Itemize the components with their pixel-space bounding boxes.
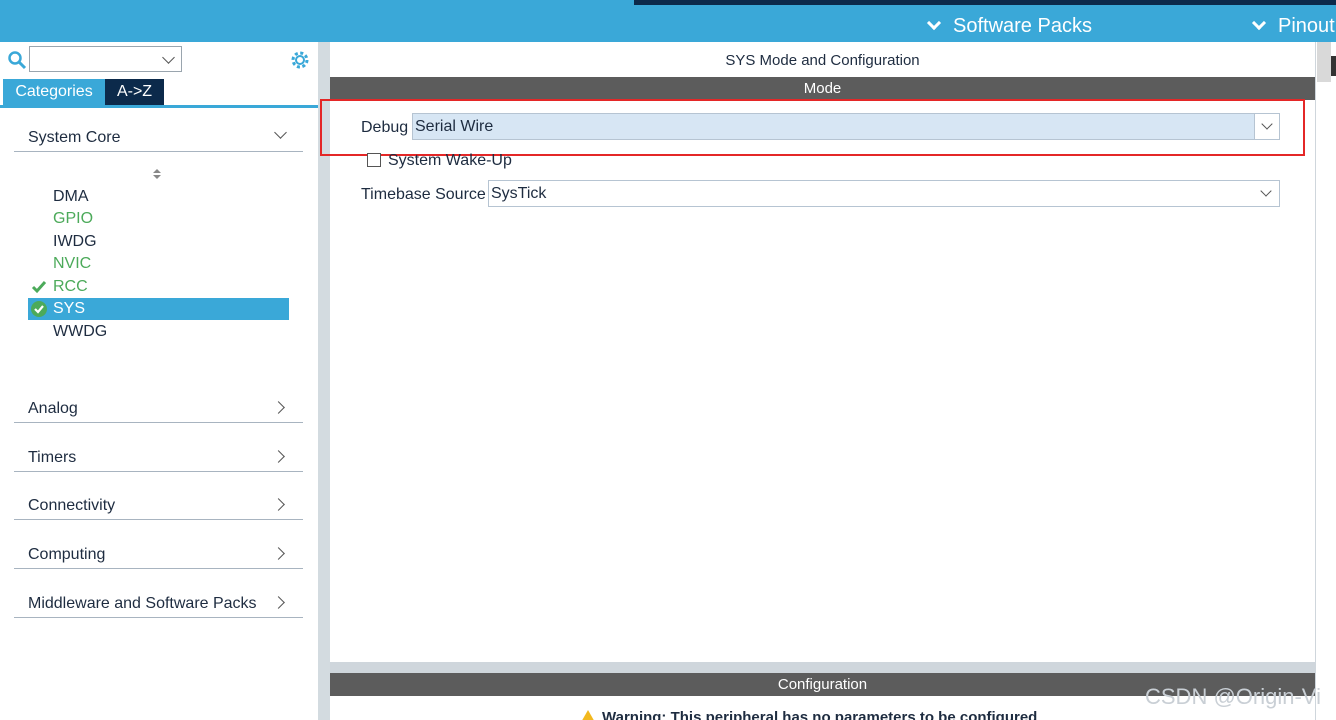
chevron-down-icon bbox=[274, 126, 287, 139]
mode-panel: SYS Mode and Configuration Mode Debug Se… bbox=[320, 42, 1315, 662]
gear-icon[interactable] bbox=[289, 49, 311, 71]
section-middleware[interactable]: Middleware and Software Packs bbox=[14, 586, 303, 618]
search-icon[interactable] bbox=[7, 50, 27, 70]
check-circle-icon bbox=[31, 301, 47, 317]
section-label: Computing bbox=[28, 546, 106, 563]
section-label: Middleware and Software Packs bbox=[28, 595, 257, 612]
right-scrollbar[interactable] bbox=[1315, 42, 1336, 720]
chevron-right-icon bbox=[272, 596, 285, 609]
mode-header: Mode bbox=[330, 77, 1315, 100]
section-label: System Core bbox=[28, 129, 121, 146]
pinout-label: Pinout bbox=[1278, 14, 1335, 37]
left-panel: Categories A->Z System Core DMA GPIO IWD… bbox=[0, 42, 320, 720]
list-item-sys[interactable]: SYS bbox=[28, 298, 289, 320]
pinout-menu[interactable]: Pinout bbox=[1251, 12, 1335, 40]
sort-icon[interactable] bbox=[151, 167, 163, 181]
timebase-select[interactable]: SysTick bbox=[488, 180, 1280, 207]
chevron-down-icon bbox=[162, 51, 175, 64]
section-system-core[interactable]: System Core bbox=[14, 120, 303, 152]
watermark: CSDN @Origin-Vi bbox=[1145, 684, 1321, 709]
wake-up-checkbox[interactable] bbox=[367, 153, 381, 167]
list-item-dma[interactable]: DMA bbox=[28, 186, 289, 208]
chevron-right-icon bbox=[272, 547, 285, 560]
debug-select[interactable]: Serial Wire bbox=[412, 113, 1280, 140]
debug-value: Serial Wire bbox=[415, 118, 494, 135]
software-packs-label: Software Packs bbox=[953, 14, 1092, 37]
tab-a-z[interactable]: A->Z bbox=[105, 79, 164, 105]
section-computing[interactable]: Computing bbox=[14, 537, 303, 569]
list-item-label: RCC bbox=[53, 278, 88, 295]
list-item-iwdg[interactable]: IWDG bbox=[28, 231, 289, 253]
chevron-right-icon bbox=[272, 450, 285, 463]
dropdown-button[interactable] bbox=[1254, 114, 1279, 139]
list-item-rcc[interactable]: RCC bbox=[28, 276, 289, 298]
section-analog[interactable]: Analog bbox=[14, 391, 303, 423]
timebase-label: Timebase Source bbox=[361, 186, 486, 203]
section-label: Connectivity bbox=[28, 497, 116, 514]
chevron-down-icon bbox=[926, 15, 942, 31]
search-combo[interactable] bbox=[29, 46, 182, 72]
page-title: SYS Mode and Configuration bbox=[725, 52, 920, 69]
chevron-down-icon bbox=[1260, 185, 1272, 197]
tab-categories[interactable]: Categories bbox=[3, 79, 105, 105]
top-toolbar: Software Packs Pinout bbox=[0, 0, 1336, 42]
list-item-nvic[interactable]: NVIC bbox=[28, 253, 289, 275]
section-connectivity[interactable]: Connectivity bbox=[14, 488, 303, 520]
warning-text: Warning: This peripheral has no paramete… bbox=[602, 709, 1038, 720]
section-label: Timers bbox=[28, 449, 77, 466]
chevron-right-icon bbox=[272, 401, 285, 414]
checkmark-icon bbox=[31, 281, 47, 294]
wake-up-label: System Wake-Up bbox=[388, 152, 512, 169]
category-tabs: Categories A->Z bbox=[3, 79, 164, 105]
list-item-label: SYS bbox=[53, 300, 86, 317]
dropdown-button[interactable] bbox=[1254, 181, 1279, 206]
scrollbar-thumb[interactable] bbox=[1317, 42, 1331, 82]
section-timers[interactable]: Timers bbox=[14, 440, 303, 472]
chevron-right-icon bbox=[272, 498, 285, 511]
chevron-down-icon bbox=[1251, 15, 1267, 31]
warning-icon bbox=[582, 710, 594, 720]
section-label: Analog bbox=[28, 400, 78, 417]
list-item-wwdg[interactable]: WWDG bbox=[28, 321, 289, 343]
tab-underline bbox=[0, 105, 318, 108]
collapse-handle[interactable] bbox=[1331, 56, 1336, 76]
chevron-down-icon bbox=[1261, 118, 1273, 130]
list-item-gpio[interactable]: GPIO bbox=[28, 208, 289, 230]
debug-label: Debug bbox=[361, 119, 409, 136]
top-dark-strip bbox=[634, 0, 1336, 5]
software-packs-menu[interactable]: Software Packs bbox=[926, 12, 1092, 40]
timebase-value: SysTick bbox=[491, 185, 547, 202]
